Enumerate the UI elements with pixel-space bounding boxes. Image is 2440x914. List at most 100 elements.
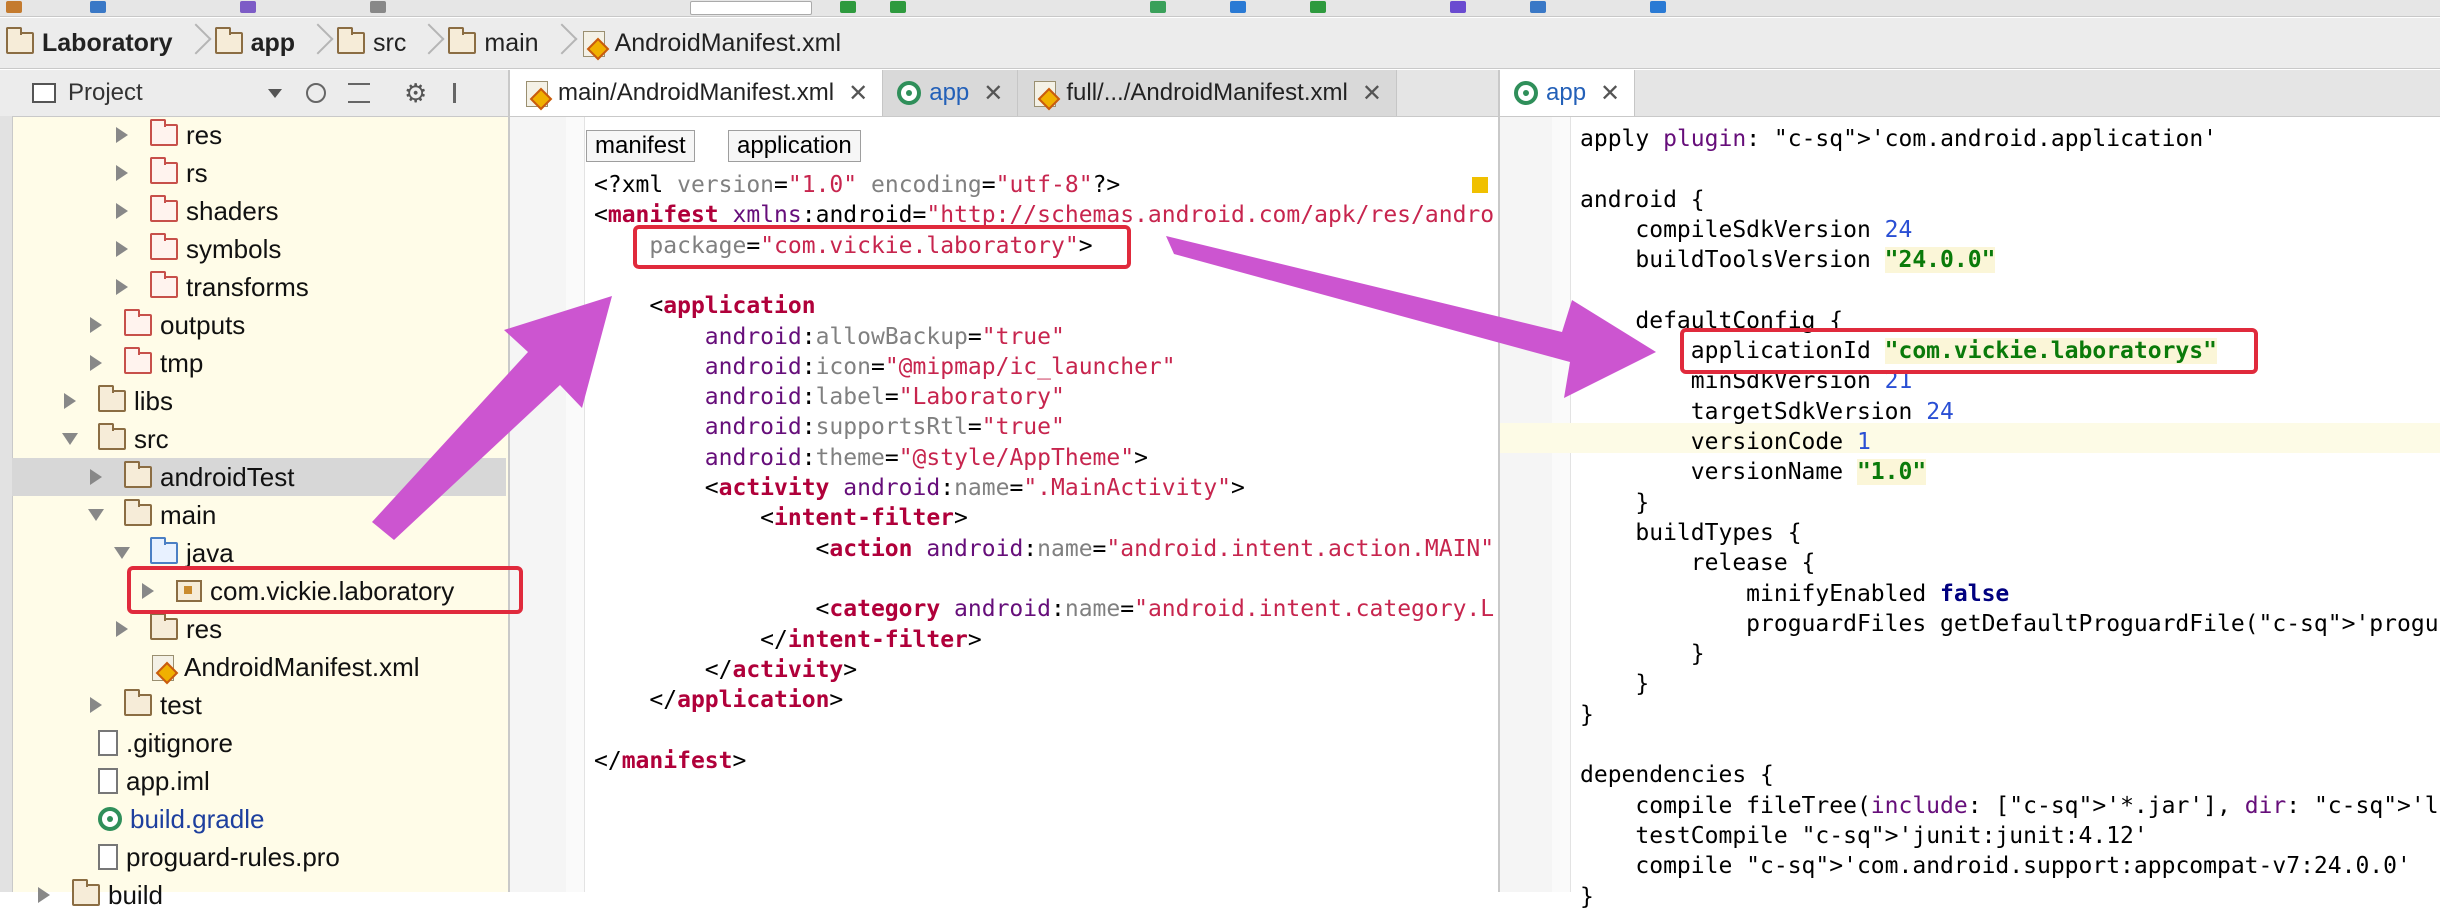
tree-item[interactable]: rs (12, 154, 506, 192)
tree-item[interactable]: outputs (12, 306, 506, 344)
navigation-breadcrumb: Laboratory app src main AndroidManifest.… (0, 18, 2440, 69)
toolbar-icon-8[interactable] (1450, 1, 1466, 13)
expand-arrow-icon[interactable] (116, 279, 128, 295)
code-line: proguardFiles getDefaultProguardFile("c-… (1580, 610, 2438, 637)
code-line: release { (1580, 550, 1816, 577)
folder-icon (124, 499, 152, 526)
tree-item-label: res (186, 613, 223, 644)
close-icon[interactable]: ✕ (1600, 79, 1620, 108)
toolbar-icon-7[interactable] (1310, 1, 1326, 13)
scroll-from-source-icon[interactable] (306, 83, 326, 103)
tree-item[interactable]: build.gradle (12, 800, 506, 838)
toolbar-icon-9[interactable] (1530, 1, 1546, 13)
expand-arrow-icon[interactable] (90, 317, 102, 333)
toolbar-icon-3[interactable] (240, 1, 256, 13)
tree-item[interactable]: app.iml (12, 762, 506, 800)
code-line: } (1580, 883, 1594, 910)
project-view-label: Project (68, 79, 143, 106)
breadcrumb-item-project[interactable]: Laboratory (0, 18, 209, 68)
toolbar-icon-2[interactable] (90, 1, 106, 13)
tree-item[interactable]: AndroidManifest.xml (12, 648, 506, 686)
expand-arrow-icon[interactable] (38, 887, 50, 903)
collapse-arrow-icon[interactable] (114, 547, 130, 559)
tab-label: main/AndroidManifest.xml (558, 79, 835, 106)
code-line: <action android:name="android.intent.act… (594, 535, 1494, 562)
view-mode-dropdown[interactable] (268, 88, 282, 98)
breadcrumb-item-main[interactable]: main (442, 18, 574, 68)
code-line: android { (1580, 186, 1705, 213)
highlight-java-package (127, 566, 523, 614)
tab-label: app (1546, 79, 1587, 106)
expand-arrow-icon[interactable] (90, 697, 102, 713)
tree-item[interactable]: libs (12, 382, 506, 420)
tree-item[interactable]: .gitignore (12, 724, 506, 762)
run-icon[interactable] (840, 1, 856, 13)
expand-arrow-icon[interactable] (90, 355, 102, 371)
tree-item[interactable]: shaders (12, 192, 506, 230)
expand-arrow-icon[interactable] (90, 469, 102, 485)
editor-tab[interactable]: app ✕ (883, 70, 1019, 116)
breadcrumb-item-app[interactable]: app (209, 18, 331, 68)
expand-arrow-icon[interactable] (116, 165, 128, 181)
tree-item[interactable]: tmp (12, 344, 506, 382)
tree-item-label: proguard-rules.pro (126, 841, 340, 872)
toolbar-icon-4[interactable] (370, 1, 386, 13)
tree-item[interactable]: proguard-rules.pro (12, 838, 506, 876)
tree-item[interactable]: res (12, 610, 506, 648)
code-line: apply plugin: "c-sq">'com.android.applic… (1580, 126, 2218, 152)
editor-tab[interactable]: full/.../AndroidManifest.xml ✕ (1018, 70, 1397, 116)
xml-file-icon (524, 79, 550, 107)
toolbar-icon-6[interactable] (1230, 1, 1246, 13)
tree-item[interactable]: src (12, 420, 506, 458)
collapse-arrow-icon[interactable] (88, 509, 104, 521)
tree-item[interactable]: test (12, 686, 506, 724)
expand-arrow-icon[interactable] (116, 621, 128, 637)
tree-item[interactable]: main (12, 496, 506, 534)
code-line: </application> (594, 687, 844, 714)
tree-item-label: symbols (186, 233, 282, 264)
code-line: <activity android:name=".MainActivity"> (594, 475, 1245, 501)
code-line: </intent-filter> (594, 626, 982, 653)
tree-item[interactable]: symbols (12, 230, 506, 268)
tree-item[interactable]: transforms (12, 268, 506, 306)
tree-item[interactable]: res (12, 116, 506, 154)
expand-arrow-icon[interactable] (64, 393, 76, 409)
code-line: <?xml version="1.0" encoding="utf-8"?> (594, 172, 1121, 198)
debug-icon[interactable] (890, 1, 906, 13)
tree-item[interactable]: build (12, 876, 506, 914)
xml-crumb-manifest[interactable]: manifest (586, 130, 695, 162)
file-icon (98, 730, 118, 756)
gear-icon[interactable]: ⚙ (404, 78, 427, 109)
breadcrumb-item-manifest[interactable]: AndroidManifest.xml (575, 18, 851, 68)
folder-icon (150, 233, 178, 260)
tree-item-label: build (108, 879, 163, 910)
collapse-all-icon[interactable] (348, 83, 370, 103)
tree-item-label: test (160, 689, 202, 720)
run-config-dropdown[interactable] (690, 1, 812, 15)
breadcrumb-label: Laboratory (42, 28, 173, 57)
code-line: targetSdkVersion 24 (1580, 398, 1954, 425)
expand-arrow-icon[interactable] (116, 127, 128, 143)
toolbar-icon-1[interactable] (6, 1, 22, 13)
hide-panel-icon[interactable] (453, 83, 473, 103)
expand-arrow-icon[interactable] (116, 203, 128, 219)
collapse-arrow-icon[interactable] (62, 433, 78, 445)
toolbar-icon-10[interactable] (1650, 1, 1666, 13)
close-icon[interactable]: ✕ (1362, 79, 1382, 108)
code-line: testCompile "c-sq">'junit:junit:4.12' (1580, 822, 2148, 849)
code-line: buildTypes { (1580, 519, 1802, 546)
fold-gutter (566, 117, 584, 892)
close-icon[interactable]: ✕ (983, 79, 1003, 108)
project-tool-window: Project ⚙ res rs shaders symbols transforms o… (0, 70, 510, 910)
tree-item[interactable]: androidTest (12, 458, 506, 496)
folder-icon (150, 119, 178, 146)
editor-tab[interactable]: main/AndroidManifest.xml ✕ (510, 70, 884, 116)
file-icon (98, 844, 118, 870)
expand-arrow-icon[interactable] (116, 241, 128, 257)
toolbar-icon-5[interactable] (1150, 1, 1166, 13)
breadcrumb-item-src[interactable]: src (331, 18, 442, 68)
tree-item-label: outputs (160, 309, 246, 340)
xml-crumb-application[interactable]: application (728, 130, 861, 162)
close-icon[interactable]: ✕ (848, 79, 868, 108)
editor-tab[interactable]: app ✕ (1500, 70, 1636, 116)
